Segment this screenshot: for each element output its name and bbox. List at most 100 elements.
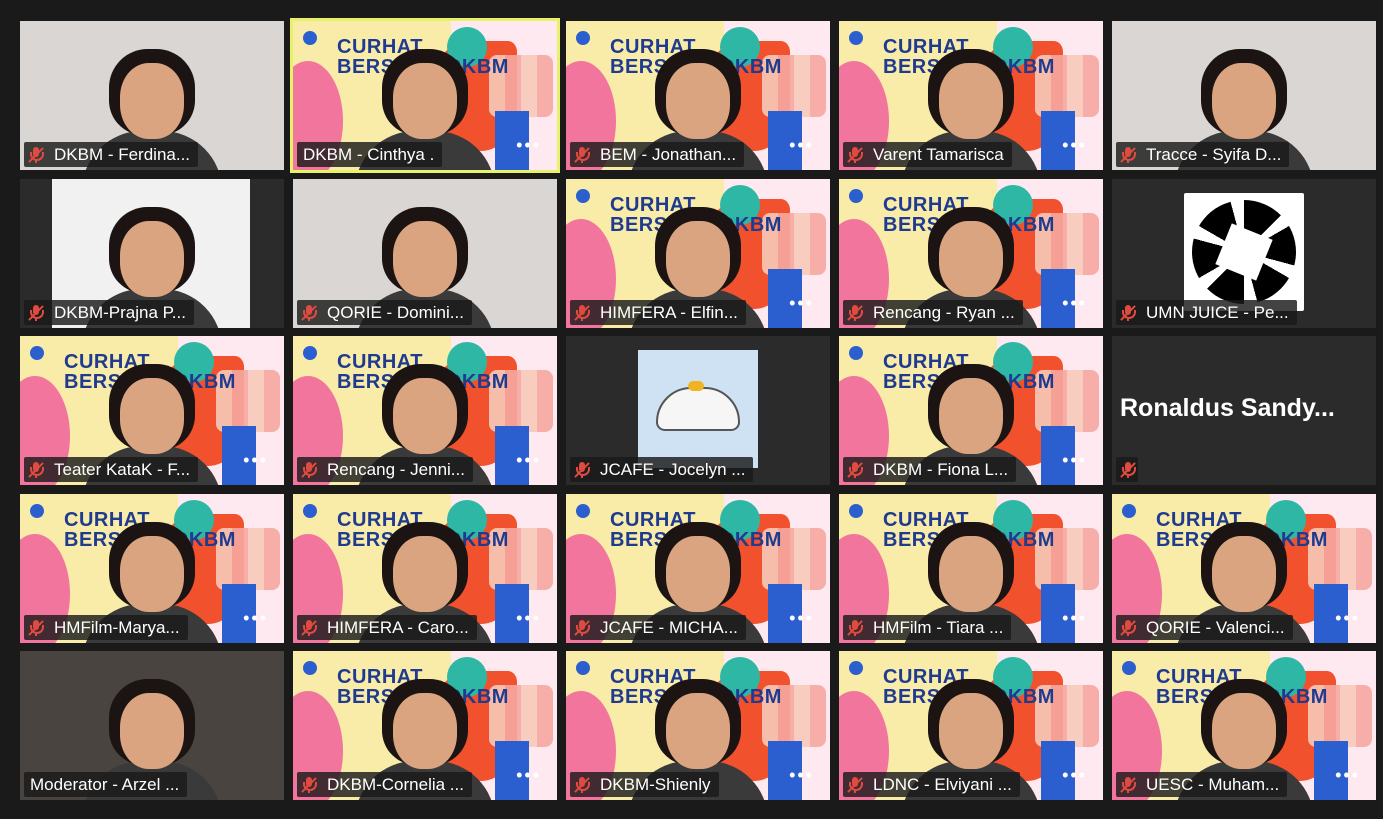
participant-tile[interactable]: CURHATBERSAMA DKBM•••Teater KataK - F...	[20, 336, 284, 485]
participant-name-label: UMN JUICE - Pe...	[1116, 300, 1297, 325]
mic-muted-icon	[28, 619, 44, 637]
participant-tile[interactable]: CURHATBERSAMA DKBM•••DKBM - Fiona L...	[839, 336, 1103, 485]
gallery-grid: DKBM - Ferdina... CURHATBERSAMA DKBM•••DK…	[0, 0, 1383, 819]
participant-tile[interactable]: CURHATBERSAMA DKBM•••HMFilm-Marya...	[20, 494, 284, 643]
participant-name: DKBM-Shienly	[600, 774, 711, 794]
mic-muted-icon	[1120, 619, 1136, 637]
participant-name-label: BEM - Jonathan...	[570, 142, 745, 167]
logo-icon	[849, 661, 863, 675]
participant-tile[interactable]: CURHATBERSAMA DKBM•••LDNC - Elviyani ...	[839, 651, 1103, 800]
participant-name-label: Rencang - Ryan ...	[843, 300, 1023, 325]
participant-tile[interactable]: CURHATBERSAMA DKBM•••BEM - Jonathan...	[566, 21, 830, 170]
logo-icon	[303, 661, 317, 675]
participant-tile[interactable]: CURHATBERSAMA DKBM•••Varent Tamarisca	[839, 21, 1103, 170]
mic-muted-icon	[301, 304, 317, 322]
mic-muted-icon	[574, 619, 590, 637]
participant-tile[interactable]: CURHATBERSAMA DKBM•••HIMFERA - Caro...	[293, 494, 557, 643]
participant-name: HIMFERA - Elfin...	[600, 302, 738, 322]
participant-name-label: Moderator - Arzel ...	[24, 772, 188, 797]
participant-display-name: Ronaldus Sandy...	[1120, 394, 1335, 422]
participant-tile[interactable]: JCAFE - Jocelyn ...	[566, 336, 830, 485]
participant-name-label: JCAFE - MICHA...	[570, 615, 746, 640]
participant-name-label: DKBM - Ferdina...	[24, 142, 199, 167]
participant-name-label: UESC - Muham...	[1116, 772, 1288, 797]
participant-name: Rencang - Jenni...	[327, 459, 465, 479]
logo-icon	[849, 346, 863, 360]
logo-icon	[30, 346, 44, 360]
participant-tile[interactable]: CURHATBERSAMA DKBM•••HIMFERA - Elfin...	[566, 179, 830, 328]
background-dots: •••	[1335, 608, 1360, 628]
mic-muted-icon	[28, 304, 44, 322]
logo-icon	[576, 661, 590, 675]
mic-muted-icon	[574, 461, 590, 479]
mic-muted-icon	[1120, 304, 1136, 322]
mic-muted-icon	[1120, 776, 1136, 794]
participant-tile[interactable]: UMN JUICE - Pe...	[1112, 179, 1376, 328]
participant-name: DKBM - Fiona L...	[873, 459, 1009, 479]
aperture-logo-icon	[1184, 193, 1304, 311]
mic-muted-icon	[847, 619, 863, 637]
mic-muted-icon	[301, 619, 317, 637]
participant-name: Rencang - Ryan ...	[873, 302, 1015, 322]
background-dots: •••	[1062, 450, 1087, 470]
participant-tile[interactable]: CURHATBERSAMA DKBM•••QORIE - Valenci...	[1112, 494, 1376, 643]
background-dots: •••	[789, 135, 814, 155]
participant-name-label: LDNC - Elviyani ...	[843, 772, 1020, 797]
logo-icon	[30, 504, 44, 518]
participant-name-label: HMFilm-Marya...	[24, 615, 188, 640]
participant-tile[interactable]: Ronaldus Sandy...	[1112, 336, 1376, 485]
participant-name: DKBM-Prajna P...	[54, 302, 186, 322]
logo-icon	[303, 504, 317, 518]
participant-name: QORIE - Valenci...	[1146, 617, 1285, 637]
logo-icon	[849, 31, 863, 45]
participant-tile[interactable]: CURHATBERSAMA DKBM•••UESC - Muham...	[1112, 651, 1376, 800]
participant-name: JCAFE - Jocelyn ...	[600, 459, 746, 479]
participant-name: DKBM - Ferdina...	[54, 144, 191, 164]
participant-tile[interactable]: CURHATBERSAMA DKBM•••DKBM-Cornelia ...	[293, 651, 557, 800]
participant-name-label: DKBM-Shienly	[570, 772, 719, 797]
participant-name: BEM - Jonathan...	[600, 144, 737, 164]
profile-picture	[638, 350, 758, 468]
participant-name: HMFilm - Tiara ...	[873, 617, 1004, 637]
logo-icon	[576, 504, 590, 518]
participant-name: Varent Tamarisca	[873, 144, 1004, 164]
background-dots: •••	[789, 765, 814, 785]
participant-name: Tracce - Syifa D...	[1146, 144, 1282, 164]
background-dots: •••	[516, 608, 541, 628]
logo-icon	[1122, 661, 1136, 675]
participant-tile[interactable]: Moderator - Arzel ...	[20, 651, 284, 800]
background-dots: •••	[1335, 765, 1360, 785]
mic-muted-icon	[301, 776, 317, 794]
participant-tile[interactable]: QORIE - Domini...	[293, 179, 557, 328]
background-dots: •••	[1062, 135, 1087, 155]
participant-name: HMFilm-Marya...	[54, 617, 180, 637]
participant-name-label: Teater KataK - F...	[24, 457, 199, 482]
participant-tile[interactable]: CURHATBERSAMA DKBM•••Rencang - Ryan ...	[839, 179, 1103, 328]
mic-muted-icon	[847, 146, 863, 164]
participant-tile[interactable]: CURHATBERSAMA DKBM•••DKBM-Shienly	[566, 651, 830, 800]
participant-tile[interactable]: CURHATBERSAMA DKBM•••DKBM - Cinthya .	[290, 18, 560, 173]
participant-tile[interactable]: Tracce - Syifa D...	[1112, 21, 1376, 170]
participant-name-label: HIMFERA - Elfin...	[570, 300, 746, 325]
background-dots: •••	[1062, 293, 1087, 313]
participant-tile[interactable]: CURHATBERSAMA DKBM•••HMFilm - Tiara ...	[839, 494, 1103, 643]
participant-name-label: HIMFERA - Caro...	[297, 615, 477, 640]
participant-name-label: QORIE - Domini...	[297, 300, 472, 325]
participant-name-label: DKBM - Cinthya .	[297, 142, 443, 167]
mic-muted-icon	[28, 146, 44, 164]
participant-name-label: DKBM-Cornelia ...	[297, 772, 472, 797]
participant-name-label	[1116, 457, 1138, 482]
participant-tile[interactable]: CURHATBERSAMA DKBM•••Rencang - Jenni...	[293, 336, 557, 485]
mic-muted-icon	[301, 461, 317, 479]
mic-muted-icon	[847, 461, 863, 479]
participant-tile[interactable]: DKBM - Ferdina...	[20, 21, 284, 170]
participant-name: DKBM-Cornelia ...	[327, 774, 464, 794]
participant-tile[interactable]: DKBM-Prajna P...	[20, 179, 284, 328]
mic-muted-icon	[847, 304, 863, 322]
logo-icon	[303, 346, 317, 360]
participant-name: UMN JUICE - Pe...	[1146, 302, 1289, 322]
mic-muted-icon	[1120, 146, 1136, 164]
logo-icon	[303, 31, 317, 45]
background-dots: •••	[516, 135, 541, 155]
participant-tile[interactable]: CURHATBERSAMA DKBM•••JCAFE - MICHA...	[566, 494, 830, 643]
